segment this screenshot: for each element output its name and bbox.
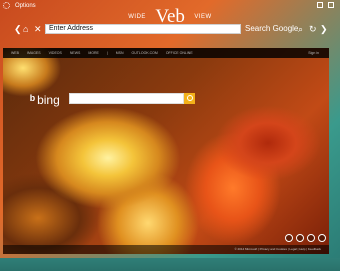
info-icon[interactable] (318, 234, 326, 242)
bing-sign-in[interactable]: Sign in (308, 51, 319, 55)
bing-nav-more[interactable]: MORE (88, 51, 99, 55)
bing-image-controls (285, 234, 326, 242)
bing-nav-web[interactable]: WEB (11, 51, 19, 55)
web-view[interactable]: WEB IMAGES VIDEOS NEWS MORE | MSN OUTLOO… (3, 48, 329, 254)
bing-nav-videos[interactable]: VIDEOS (49, 51, 62, 55)
bing-nav-bar: WEB IMAGES VIDEOS NEWS MORE | MSN OUTLOO… (3, 48, 329, 58)
search-google-label[interactable]: Search Google (245, 23, 298, 35)
share-icon[interactable] (285, 234, 293, 242)
bing-nav-outlook[interactable]: OUTLOOK.COM (132, 51, 158, 55)
bing-nav-divider: | (106, 51, 108, 55)
bing-footer: © 2014 Microsoft | Privacy and Cookies |… (3, 245, 329, 254)
status-strip (0, 258, 340, 271)
refresh-icon[interactable]: ↻ (309, 23, 317, 35)
back-icon[interactable]: ❮ (14, 23, 22, 35)
forward-icon[interactable]: ❯ (320, 23, 328, 35)
previous-image-icon[interactable] (296, 234, 304, 242)
home-icon[interactable]: ⌂ (23, 23, 28, 35)
bing-nav-office[interactable]: OFFICE ONLINE (166, 51, 193, 55)
bing-logo: ᵇ bing (30, 92, 60, 107)
bing-search-button[interactable] (184, 93, 195, 104)
logo-left-text: WIDE (128, 14, 146, 20)
navigation-bar: ❮ ⌂ ✕ Enter Address Search Google ⌕ ↻ ❯ (0, 23, 340, 35)
bing-nav-news[interactable]: NEWS (70, 51, 81, 55)
bing-nav-msn[interactable]: MSN (116, 51, 124, 55)
address-input[interactable]: Enter Address (45, 24, 241, 34)
search-icon[interactable]: ⌕ (298, 23, 303, 35)
bing-logo-text: bing (37, 92, 60, 107)
next-image-icon[interactable] (307, 234, 315, 242)
bing-b-icon: ᵇ (30, 92, 36, 107)
stop-icon[interactable]: ✕ (34, 23, 42, 35)
bing-nav-images[interactable]: IMAGES (27, 51, 41, 55)
bing-search-input[interactable] (69, 93, 184, 104)
logo-right-text: VIEW (194, 14, 212, 20)
